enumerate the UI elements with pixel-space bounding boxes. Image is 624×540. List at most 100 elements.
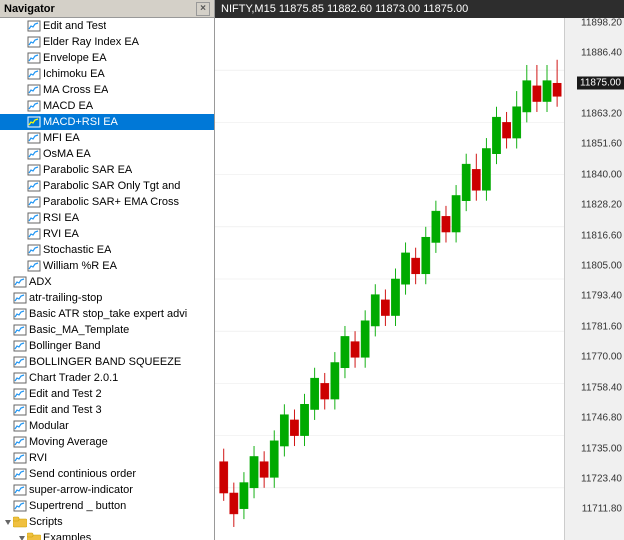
tree-item-adx[interactable]: ADX <box>0 274 214 290</box>
tree-item-rvi[interactable]: RVI <box>0 450 214 466</box>
expand-arrow[interactable] <box>4 518 13 526</box>
navigator-panel: Navigator × Edit and Test Elder Ray Inde… <box>0 0 215 540</box>
item-label: RVI <box>29 452 47 464</box>
nav-header: Navigator × <box>0 0 214 18</box>
tree-item-atr-trailing[interactable]: atr-trailing-stop <box>0 290 214 306</box>
tree-item-modular[interactable]: Modular <box>0 418 214 434</box>
tree-item-william-r-ea[interactable]: William %R EA <box>0 258 214 274</box>
price-highlight-label: 11875.00 <box>577 77 624 90</box>
tree-item-rvi-ea[interactable]: RVI EA <box>0 226 214 242</box>
tree-item-parabolic-sar-only[interactable]: Parabolic SAR Only Tgt and <box>0 178 214 194</box>
expand-arrow[interactable] <box>18 534 27 540</box>
item-label: OsMA EA <box>43 148 91 160</box>
item-icon <box>13 324 27 336</box>
price-axis: 11898.2011886.4011875.0011863.2011851.60… <box>564 18 624 540</box>
tree-item-moving-average[interactable]: Moving Average <box>0 434 214 450</box>
tree-item-super-arrow[interactable]: super-arrow-indicator <box>0 482 214 498</box>
item-label: RVI EA <box>43 228 79 240</box>
item-label: Edit and Test 3 <box>29 404 102 416</box>
item-label: Examples <box>43 532 91 540</box>
item-icon <box>13 404 27 416</box>
tree-item-send-cont[interactable]: Send continious order <box>0 466 214 482</box>
tree-item-basic-atr[interactable]: Basic ATR stop_take expert advi <box>0 306 214 322</box>
tree-item-rsi-ea[interactable]: RSI EA <box>0 210 214 226</box>
price-label: 11851.60 <box>581 139 622 150</box>
tree-item-edit-test-3[interactable]: Edit and Test 3 <box>0 402 214 418</box>
item-icon <box>13 436 27 448</box>
tree-item-bollinger-squeeze[interactable]: BOLLINGER BAND SQUEEZE <box>0 354 214 370</box>
item-label: MACD EA <box>43 100 93 112</box>
item-icon <box>27 164 41 176</box>
tree-item-supertrend[interactable]: Supertrend _ button <box>0 498 214 514</box>
tree-item-mfi-ea[interactable]: MFI EA <box>0 130 214 146</box>
price-label: 11758.40 <box>581 382 622 393</box>
tree-item-edit-test-2[interactable]: Edit and Test 2 <box>0 386 214 402</box>
item-label: Parabolic SAR+ EMA Cross <box>43 196 179 208</box>
item-label: Stochastic EA <box>43 244 111 256</box>
item-label: Elder Ray Index EA <box>43 36 139 48</box>
tree-item-elder-ray-ea[interactable]: Elder Ray Index EA <box>0 34 214 50</box>
price-label: 11770.00 <box>581 352 622 363</box>
chart-canvas[interactable]: 11898.2011886.4011875.0011863.2011851.60… <box>215 18 624 540</box>
item-label: Ichimoku EA <box>43 68 105 80</box>
item-icon <box>13 468 27 480</box>
item-icon <box>13 340 27 352</box>
tree-item-ma-cross-ea[interactable]: MA Cross EA <box>0 82 214 98</box>
tree-item-macd-rsi-ea[interactable]: MACD+RSI EA <box>0 114 214 130</box>
item-label: super-arrow-indicator <box>29 484 133 496</box>
item-icon <box>27 100 41 112</box>
tree-item-macd-ea[interactable]: MACD EA <box>0 98 214 114</box>
item-icon <box>13 276 27 288</box>
item-icon <box>27 148 41 160</box>
tree-item-ichimoku-ea[interactable]: Ichimoku EA <box>0 66 214 82</box>
item-label: RSI EA <box>43 212 79 224</box>
nav-tree[interactable]: Edit and Test Elder Ray Index EA Envelop… <box>0 18 214 540</box>
item-label: Envelope EA <box>43 52 107 64</box>
item-label: MA Cross EA <box>43 84 108 96</box>
tree-item-bollinger-band[interactable]: Bollinger Band <box>0 338 214 354</box>
price-label: 11898.20 <box>581 17 622 28</box>
item-icon <box>27 68 41 80</box>
item-label: Parabolic SAR EA <box>43 164 132 176</box>
price-label: 11805.00 <box>581 260 622 271</box>
chart-symbol-info: NIFTY,M15 11875.85 11882.60 11873.00 118… <box>221 3 468 15</box>
tree-item-scripts[interactable]: Scripts <box>0 514 214 530</box>
item-icon <box>13 484 27 496</box>
item-label: Scripts <box>29 516 63 528</box>
item-icon <box>13 356 27 368</box>
tree-item-chart-trader[interactable]: Chart Trader 2.0.1 <box>0 370 214 386</box>
price-label: 11781.60 <box>581 322 622 333</box>
item-label: Send continious order <box>29 468 136 480</box>
price-label: 11840.00 <box>581 169 622 180</box>
tree-item-osma-ea[interactable]: OsMA EA <box>0 146 214 162</box>
item-icon <box>27 260 41 272</box>
chart-area: NIFTY,M15 11875.85 11882.60 11873.00 118… <box>215 0 624 540</box>
item-icon <box>13 420 27 432</box>
candlestick-chart <box>215 18 564 540</box>
nav-close-button[interactable]: × <box>196 2 210 16</box>
price-label: 11746.80 <box>581 412 622 423</box>
tree-item-stochastic-ea[interactable]: Stochastic EA <box>0 242 214 258</box>
item-icon <box>27 228 41 240</box>
tree-item-examples[interactable]: Examples <box>0 530 214 540</box>
item-label: Chart Trader 2.0.1 <box>29 372 118 384</box>
item-icon <box>27 116 41 128</box>
item-label: William %R EA <box>43 260 117 272</box>
item-icon <box>13 372 27 384</box>
item-label: Bollinger Band <box>29 340 101 352</box>
item-label: ADX <box>29 276 52 288</box>
item-icon <box>27 196 41 208</box>
tree-item-edit-and-test[interactable]: Edit and Test <box>0 18 214 34</box>
item-label: BOLLINGER BAND SQUEEZE <box>29 356 181 368</box>
tree-item-parabolic-sar-ema[interactable]: Parabolic SAR+ EMA Cross <box>0 194 214 210</box>
item-label: Edit and Test <box>43 20 106 32</box>
tree-item-basic-ma-template[interactable]: Basic_MA_Template <box>0 322 214 338</box>
item-label: Supertrend _ button <box>29 500 126 512</box>
tree-item-parabolic-sar-ea[interactable]: Parabolic SAR EA <box>0 162 214 178</box>
item-icon <box>27 132 41 144</box>
price-label: 11723.40 <box>581 473 622 484</box>
item-icon <box>27 532 41 540</box>
tree-item-envelope-ea[interactable]: Envelope EA <box>0 50 214 66</box>
item-icon <box>13 292 27 304</box>
item-label: Basic_MA_Template <box>29 324 129 336</box>
